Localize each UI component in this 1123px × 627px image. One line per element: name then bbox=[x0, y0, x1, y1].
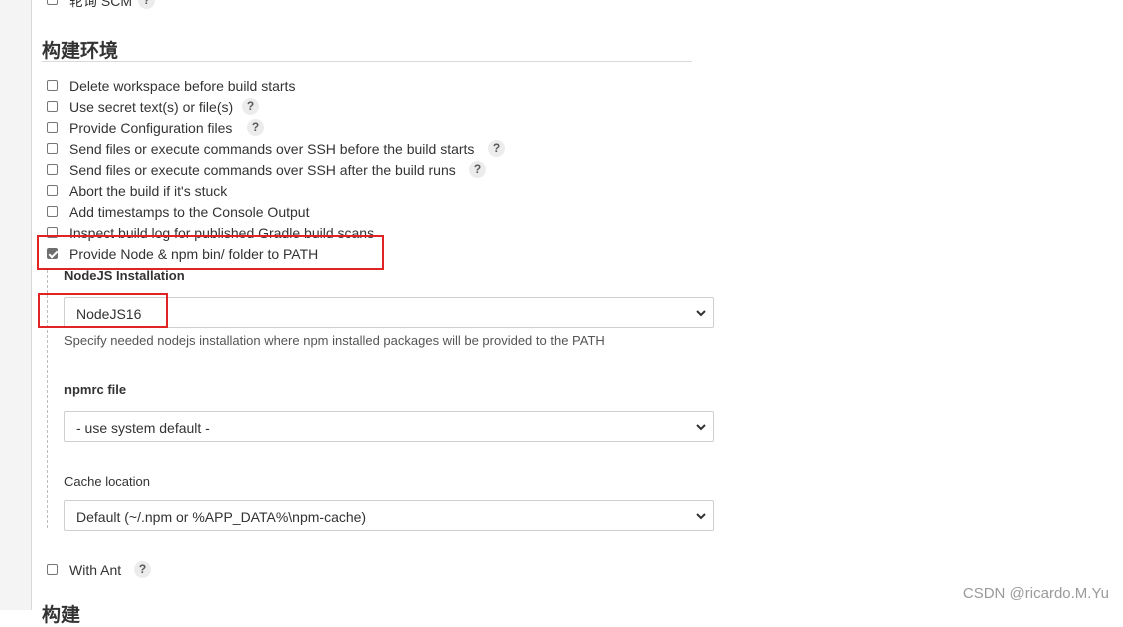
nodejs-installation-label: NodeJS Installation bbox=[64, 268, 185, 283]
checkbox-config-files[interactable] bbox=[47, 122, 58, 133]
option-label: Send files or execute commands over SSH … bbox=[69, 141, 475, 157]
chevron-down-icon bbox=[696, 424, 706, 431]
help-icon[interactable]: ? bbox=[469, 161, 486, 178]
npmrc-file-value: - use system default - bbox=[76, 420, 210, 436]
option-label: Add timestamps to the Console Output bbox=[69, 204, 310, 220]
help-icon[interactable]: ? bbox=[247, 119, 264, 136]
help-icon[interactable]: ? bbox=[134, 561, 151, 578]
checkbox-ssh-before[interactable] bbox=[47, 143, 58, 154]
option-label: Use secret text(s) or file(s) bbox=[69, 99, 234, 115]
help-icon[interactable]: ? bbox=[138, 0, 155, 9]
checkbox-delete-workspace[interactable] bbox=[47, 80, 58, 91]
help-icon[interactable]: ? bbox=[488, 140, 505, 157]
watermark: CSDN @ricardo.M.Yu bbox=[962, 585, 1109, 602]
poll-scm-label: 轮询 SCM bbox=[69, 0, 132, 9]
with-ant-label: With Ant bbox=[69, 562, 122, 578]
highlight-box-provide-node bbox=[37, 235, 384, 270]
npmrc-file-select[interactable]: - use system default - bbox=[64, 411, 714, 442]
option-label: Provide Configuration files bbox=[69, 120, 233, 136]
checkbox-abort-stuck[interactable] bbox=[47, 185, 58, 196]
option-label: Send files or execute commands over SSH … bbox=[69, 162, 456, 178]
section-title: 构建环境 bbox=[42, 40, 119, 62]
next-section-title: 构建 bbox=[42, 605, 81, 626]
section-divider bbox=[42, 61, 692, 62]
checkbox-with-ant[interactable] bbox=[47, 564, 58, 575]
highlight-box-nodejs16 bbox=[38, 293, 168, 328]
help-icon[interactable]: ? bbox=[242, 98, 259, 115]
cache-location-label: Cache location bbox=[64, 474, 150, 489]
left-rail bbox=[0, 0, 32, 610]
npmrc-file-label: npmrc file bbox=[64, 382, 127, 397]
cache-location-select[interactable]: Default (~/.npm or %APP_DATA%\npm-cache) bbox=[64, 500, 714, 531]
option-label: Delete workspace before build starts bbox=[69, 78, 296, 94]
checkbox-poll-scm[interactable] bbox=[47, 0, 58, 5]
checkbox-ssh-after[interactable] bbox=[47, 164, 58, 175]
chevron-down-icon bbox=[696, 310, 706, 317]
option-label: Abort the build if it's stuck bbox=[69, 183, 228, 199]
chevron-down-icon bbox=[696, 513, 706, 520]
checkbox-secret-text[interactable] bbox=[47, 101, 58, 112]
checkbox-timestamps[interactable] bbox=[47, 206, 58, 217]
nodejs-installation-description: Specify needed nodejs installation where… bbox=[64, 333, 605, 348]
cache-location-value: Default (~/.npm or %APP_DATA%\npm-cache) bbox=[76, 509, 367, 525]
